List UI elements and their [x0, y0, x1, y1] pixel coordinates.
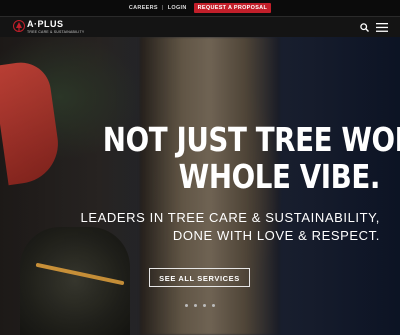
slider-dot[interactable]: [212, 304, 215, 307]
slider-dot[interactable]: [203, 304, 206, 307]
main-nav: A·PLUS TREE CARE & SUSTAINABILITY: [0, 16, 400, 38]
login-link[interactable]: LOGIN: [168, 5, 187, 11]
subheadline-line-2: DONE WITH LOVE & RESPECT.: [172, 228, 380, 243]
slider-dot[interactable]: [185, 304, 188, 307]
hero-subheadline: LEADERS IN TREE CARE & SUSTAINABILITY, D…: [80, 209, 380, 245]
careers-link[interactable]: CAREERS: [129, 5, 158, 11]
hamburger-menu-icon[interactable]: [376, 23, 388, 32]
headline-line-1: NOT JUST TREE WORK, A: [102, 120, 400, 159]
logo-name: A·PLUS: [27, 19, 64, 29]
hero-slider: NOT JUST TREE WORK, A WHOLE VIBE. LEADER…: [0, 37, 400, 335]
request-proposal-button[interactable]: REQUEST A PROPOSAL: [193, 3, 272, 13]
slider-dot[interactable]: [194, 304, 197, 307]
subheadline-line-1: LEADERS IN TREE CARE & SUSTAINABILITY,: [80, 210, 380, 225]
utility-bar: CAREERS | LOGIN REQUEST A PROPOSAL: [0, 0, 400, 16]
site-logo[interactable]: A·PLUS TREE CARE & SUSTAINABILITY: [13, 19, 85, 35]
headline-line-2: WHOLE VIBE.: [178, 157, 381, 196]
separator: |: [161, 5, 164, 11]
search-icon[interactable]: [360, 23, 369, 32]
slider-dots: [185, 304, 215, 307]
tree-logo-icon: [13, 20, 25, 32]
logo-tagline: TREE CARE & SUSTAINABILITY: [27, 30, 85, 34]
hero-headline: NOT JUST TREE WORK, A WHOLE VIBE.: [102, 120, 400, 196]
see-all-services-button[interactable]: SEE ALL SERVICES: [149, 268, 250, 287]
